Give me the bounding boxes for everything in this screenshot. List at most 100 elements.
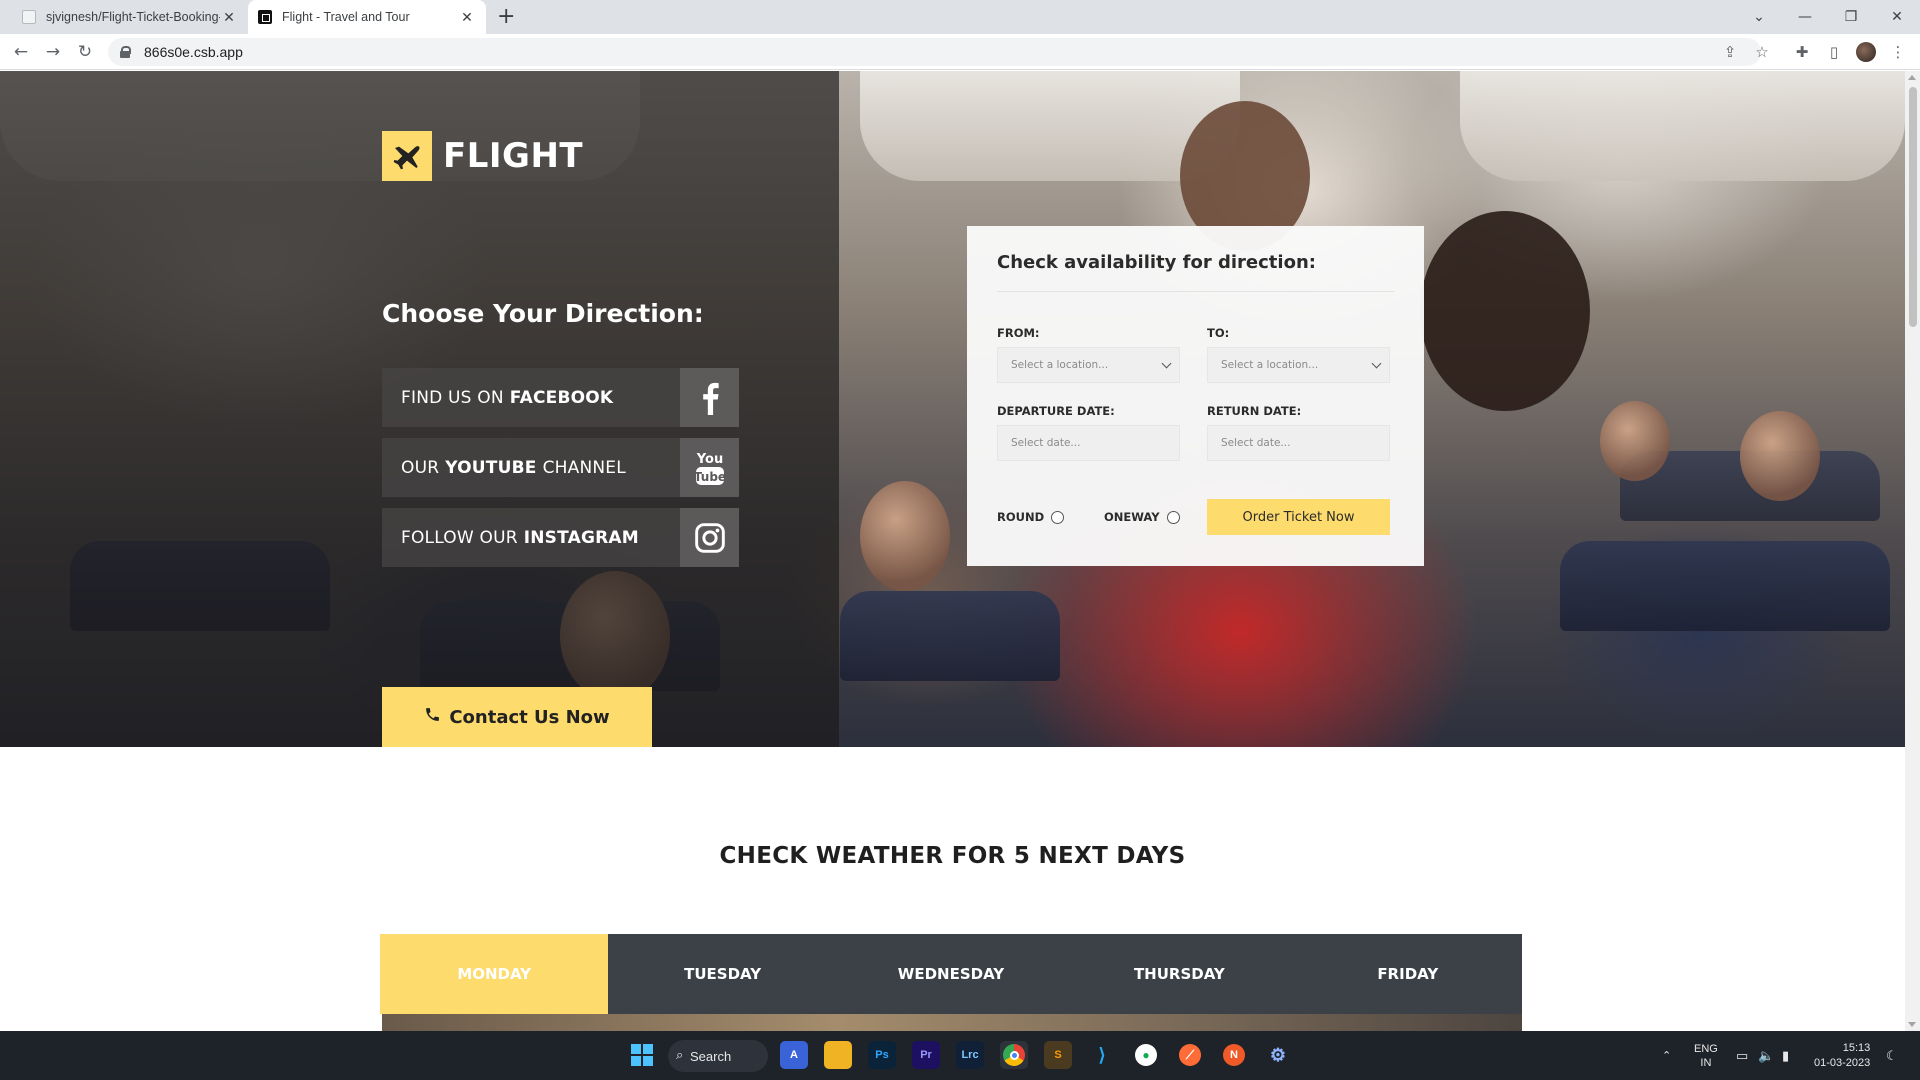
- return-date-label: RETURN DATE:: [1207, 404, 1302, 418]
- lock-icon: [120, 46, 131, 58]
- departure-date-input[interactable]: Select date...: [997, 425, 1180, 461]
- scrollbar-thumb[interactable]: [1909, 87, 1917, 327]
- battery-icon[interactable]: ▮: [1782, 1031, 1789, 1080]
- passenger-hair-decor: [1420, 211, 1590, 411]
- direction-heading: Choose Your Direction:: [382, 299, 704, 328]
- brand-logo[interactable]: FLIGHT: [382, 131, 583, 181]
- close-window-icon[interactable]: ✕: [1874, 0, 1920, 34]
- reload-icon[interactable]: ↻: [73, 40, 97, 64]
- to-location-placeholder: Select a location...: [1221, 359, 1319, 371]
- site-favicon-icon: [258, 10, 272, 24]
- chrome-icon[interactable]: [1000, 1041, 1028, 1069]
- from-location-placeholder: Select a location...: [1011, 359, 1109, 371]
- new-tab-button[interactable]: +: [497, 5, 515, 29]
- brand-name: FLIGHT: [443, 136, 584, 176]
- departure-date-label: DEPARTURE DATE:: [997, 404, 1115, 418]
- tab-search-chevron-icon[interactable]: ⌄: [1736, 0, 1782, 34]
- passenger-decor: [1740, 411, 1820, 501]
- forward-icon[interactable]: →: [41, 40, 65, 64]
- browser-tab-flight[interactable]: Flight - Travel and Tour ✕: [248, 0, 486, 34]
- taskbar-search[interactable]: ⌕ Search: [668, 1040, 768, 1072]
- tab-wednesday[interactable]: WEDNESDAY: [837, 934, 1065, 1014]
- facebook-icon: [680, 368, 739, 427]
- windows-start-icon[interactable]: [628, 1041, 656, 1069]
- side-panel-icon[interactable]: ▯: [1822, 40, 1846, 64]
- tab-friday[interactable]: FRIDAY: [1294, 934, 1522, 1014]
- minimize-window-icon[interactable]: —: [1782, 0, 1828, 34]
- system-clock[interactable]: 15:13 01-03-2023: [1814, 1031, 1870, 1080]
- svg-text:You: You: [695, 452, 722, 467]
- booking-form: Check availability for direction: FROM: …: [967, 226, 1424, 566]
- tab-title: sjvignesh/Flight-Ticket-Booking-: [46, 10, 220, 24]
- bookmark-star-icon[interactable]: ☆: [1750, 40, 1774, 64]
- restore-window-icon[interactable]: ❐: [1828, 0, 1874, 34]
- share-icon[interactable]: ⇪: [1718, 40, 1742, 64]
- input-language-indicator[interactable]: ENG IN: [1694, 1031, 1718, 1080]
- network-icon[interactable]: ▭: [1736, 1031, 1748, 1080]
- seat-decor: [840, 591, 1060, 681]
- instagram-link[interactable]: FOLLOW OUR INSTAGRAM: [382, 508, 739, 567]
- oneway-radio[interactable]: [1166, 510, 1180, 524]
- from-location-select[interactable]: Select a location...: [997, 347, 1180, 383]
- chevron-down-icon: [1371, 358, 1382, 369]
- lightroom-icon[interactable]: Lrc: [956, 1041, 984, 1069]
- contact-us-label: Contact Us Now: [449, 706, 610, 728]
- github-favicon-icon: [22, 10, 36, 24]
- browser-tab-github[interactable]: sjvignesh/Flight-Ticket-Booking- ✕: [12, 0, 248, 34]
- youtube-link[interactable]: OUR YOUTUBE CHANNEL You Tube: [382, 438, 739, 497]
- oneway-option[interactable]: ONEWAY: [1104, 510, 1180, 524]
- oneway-label: ONEWAY: [1104, 510, 1160, 524]
- contact-us-button[interactable]: Contact Us Now: [382, 687, 652, 747]
- browser-toolbar: ← → ↻ 866s0e.csb.app ⇪ ☆ ✚ ▯ ⋮: [0, 34, 1920, 70]
- affinity-app-icon[interactable]: A: [780, 1041, 808, 1069]
- airplane-icon: [382, 131, 432, 181]
- sublime-text-icon[interactable]: S: [1044, 1041, 1072, 1069]
- premiere-icon[interactable]: Pr: [912, 1041, 940, 1069]
- taskbar-search-label: Search: [690, 1048, 732, 1064]
- search-icon: ⌕: [676, 1047, 684, 1062]
- volume-icon[interactable]: 🔈: [1758, 1031, 1774, 1080]
- file-explorer-icon[interactable]: [824, 1041, 852, 1069]
- close-tab-icon[interactable]: ✕: [458, 9, 476, 26]
- close-tab-icon[interactable]: ✕: [220, 9, 238, 26]
- to-location-select[interactable]: Select a location...: [1207, 347, 1390, 383]
- tab-thursday[interactable]: THURSDAY: [1065, 934, 1293, 1014]
- address-bar[interactable]: 866s0e.csb.app: [108, 38, 1761, 66]
- nodejs-app-icon[interactable]: N: [1220, 1041, 1248, 1069]
- cabin-bin-decor: [1460, 71, 1905, 181]
- extensions-puzzle-icon[interactable]: ✚: [1790, 40, 1814, 64]
- weather-heading: CHECK WEATHER FOR 5 NEXT DAYS: [719, 843, 1186, 869]
- tab-tuesday[interactable]: TUESDAY: [608, 934, 836, 1014]
- scroll-down-icon[interactable]: [1908, 1022, 1916, 1027]
- from-label: FROM:: [997, 326, 1040, 340]
- chevron-down-icon: [1161, 358, 1172, 369]
- booking-form-title: Check availability for direction:: [997, 252, 1394, 292]
- vscode-icon[interactable]: ⟩: [1088, 1041, 1116, 1069]
- round-trip-radio[interactable]: [1051, 510, 1065, 524]
- browser-menu-icon[interactable]: ⋮: [1886, 40, 1910, 64]
- settings-gear-icon[interactable]: ⚙: [1264, 1041, 1292, 1069]
- seat-decor: [1560, 541, 1890, 631]
- mongodb-compass-icon[interactable]: ●: [1132, 1041, 1160, 1069]
- round-trip-option[interactable]: ROUND: [997, 510, 1065, 524]
- url-text: 866s0e.csb.app: [144, 44, 243, 60]
- browser-tab-strip: sjvignesh/Flight-Ticket-Booking- ✕ Fligh…: [0, 0, 1920, 34]
- facebook-link[interactable]: FIND US ON FACEBOOK: [382, 368, 739, 427]
- photoshop-icon[interactable]: Ps: [868, 1041, 896, 1069]
- tab-monday[interactable]: MONDAY: [380, 934, 609, 1014]
- scroll-up-icon[interactable]: [1908, 75, 1916, 80]
- page-viewport: FLIGHT Choose Your Direction: FIND US ON…: [0, 71, 1905, 1031]
- profile-avatar[interactable]: [1854, 40, 1878, 64]
- return-date-input[interactable]: Select date...: [1207, 425, 1390, 461]
- hero-section: FLIGHT Choose Your Direction: FIND US ON…: [0, 71, 1905, 747]
- back-icon[interactable]: ←: [9, 40, 33, 64]
- language-code: ENG: [1694, 1042, 1718, 1055]
- windows-taskbar: ⌕ Search A Ps Pr Lrc S ⟩ ● ⟋ N ⚙ ⌃ ENG I…: [0, 1031, 1920, 1080]
- order-ticket-button[interactable]: Order Ticket Now: [1207, 499, 1390, 535]
- passenger-decor: [1600, 401, 1670, 481]
- postman-icon[interactable]: ⟋: [1176, 1041, 1204, 1069]
- page-scrollbar[interactable]: [1905, 71, 1920, 1031]
- tray-overflow-chevron-icon[interactable]: ⌃: [1662, 1031, 1671, 1080]
- phone-icon: [424, 706, 441, 728]
- notifications-moon-icon[interactable]: ☾: [1886, 1031, 1898, 1080]
